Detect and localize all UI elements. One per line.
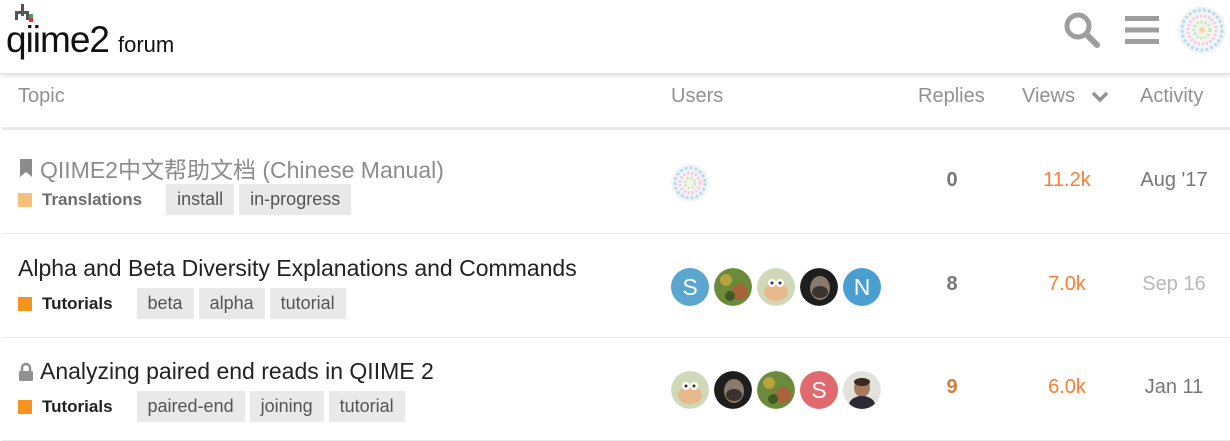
topic-list-header: Topic Users Replies Views Activity xyxy=(2,75,1230,130)
tag-install[interactable]: install xyxy=(166,184,235,215)
logo-text-qiime2: qiime2 xyxy=(6,19,110,60)
avatar-photo-icon xyxy=(800,268,838,306)
column-header-users: Users xyxy=(671,85,724,107)
tag-tutorial[interactable]: tutorial xyxy=(328,391,405,422)
qiime2-forum-logo[interactable]: qiime2 forum xyxy=(2,4,192,60)
topic-title-line: Alpha and Beta Diversity Explanations an… xyxy=(18,255,577,282)
logo-text-forum: forum xyxy=(118,32,175,57)
topic-title-link[interactable]: Alpha and Beta Diversity Explanations an… xyxy=(18,255,577,282)
user-avatar[interactable] xyxy=(757,371,795,409)
avatar-letter: S xyxy=(811,376,827,403)
search-button[interactable] xyxy=(1062,10,1102,50)
user-avatar[interactable]: S xyxy=(800,371,838,409)
site-header: qiime2 forum xyxy=(0,0,1230,74)
category-badge[interactable]: Tutorials xyxy=(18,397,113,417)
category-color-swatch xyxy=(18,399,32,414)
column-header-views-label: Views xyxy=(1022,85,1075,107)
bookmark-icon xyxy=(20,159,32,177)
category-badge[interactable]: Translations xyxy=(18,190,142,210)
chevron-down-icon xyxy=(1091,91,1108,103)
topic-meta: Tutorials beta alpha tutorial xyxy=(18,288,351,319)
topic-meta: Translations install in-progress xyxy=(18,184,356,215)
search-icon xyxy=(1064,12,1100,48)
avatar-photo-icon xyxy=(757,371,795,409)
menu-button[interactable] xyxy=(1122,10,1162,50)
views-count: 6.0k xyxy=(1048,376,1086,398)
avatar-photo-icon xyxy=(843,371,881,409)
tag-in-progress[interactable]: in-progress xyxy=(239,184,352,215)
avatar-photo-icon xyxy=(714,371,752,409)
topic-users xyxy=(671,164,714,202)
user-avatar[interactable] xyxy=(757,268,795,306)
replies-count: 0 xyxy=(946,169,958,191)
topic-title-link[interactable]: QIIME2中文帮助文档 (Chinese Manual) xyxy=(40,151,444,185)
topic-users: S xyxy=(671,371,886,409)
column-header-views[interactable]: Views xyxy=(1022,85,1109,108)
category-color-swatch xyxy=(18,296,32,311)
replies-count: 9 xyxy=(946,376,958,398)
replies-count: 8 xyxy=(946,273,958,295)
hamburger-menu-icon xyxy=(1125,16,1159,44)
user-avatar[interactable]: S xyxy=(671,268,709,306)
category-badge[interactable]: Tutorials xyxy=(18,294,113,314)
category-label: Tutorials xyxy=(42,293,113,313)
user-avatar[interactable] xyxy=(714,371,752,409)
user-avatar[interactable] xyxy=(800,268,838,306)
views-count: 11.2k xyxy=(1043,169,1091,191)
views-count: 7.0k xyxy=(1048,273,1086,295)
category-label: Translations xyxy=(42,189,143,209)
topic-row: Analyzing paired end reads in QIIME 2 Tu… xyxy=(2,338,1230,441)
column-header-topic[interactable]: Topic xyxy=(18,85,65,108)
column-header-replies[interactable]: Replies xyxy=(918,85,985,108)
activity-date[interactable]: Aug '17 xyxy=(1120,169,1228,192)
avatar-image-icon xyxy=(671,164,709,202)
topic-users: S xyxy=(671,268,886,306)
category-label: Tutorials xyxy=(42,396,113,416)
column-header-activity[interactable]: Activity xyxy=(1140,85,1203,108)
avatar-cartoon-icon xyxy=(757,268,795,306)
topic-row: Alpha and Beta Diversity Explanations an… xyxy=(2,235,1230,338)
avatar-photo-icon xyxy=(714,268,752,306)
activity-date[interactable]: Sep 16 xyxy=(1120,273,1228,296)
topic-meta: Tutorials paired-end joining tutorial xyxy=(18,391,410,422)
topic-title-link[interactable]: Analyzing paired end reads in QIIME 2 xyxy=(40,358,434,385)
avatar-cartoon-icon xyxy=(671,371,709,409)
lock-icon xyxy=(19,362,33,381)
user-avatar[interactable] xyxy=(714,268,752,306)
tag-joining[interactable]: joining xyxy=(249,391,324,422)
tag-alpha[interactable]: alpha xyxy=(198,288,265,319)
user-avatar[interactable] xyxy=(843,371,881,409)
avatar-letter: S xyxy=(682,273,698,300)
user-avatar[interactable]: N xyxy=(843,268,881,306)
user-avatar-icon xyxy=(1178,6,1226,54)
topic-row: QIIME2中文帮助文档 (Chinese Manual) Translatio… xyxy=(2,131,1230,234)
topic-title-line: QIIME2中文帮助文档 (Chinese Manual) xyxy=(18,151,444,185)
avatar-letter: N xyxy=(853,273,871,300)
category-color-swatch xyxy=(18,192,32,207)
topic-title-line: Analyzing paired end reads in QIIME 2 xyxy=(18,358,434,385)
user-avatar[interactable] xyxy=(671,164,709,202)
tag-beta[interactable]: beta xyxy=(136,288,194,319)
activity-date[interactable]: Jan 11 xyxy=(1120,376,1228,399)
user-avatar[interactable] xyxy=(671,371,709,409)
tag-tutorial[interactable]: tutorial xyxy=(269,288,346,319)
current-user-avatar[interactable] xyxy=(1178,6,1226,54)
tag-paired-end[interactable]: paired-end xyxy=(136,391,245,422)
